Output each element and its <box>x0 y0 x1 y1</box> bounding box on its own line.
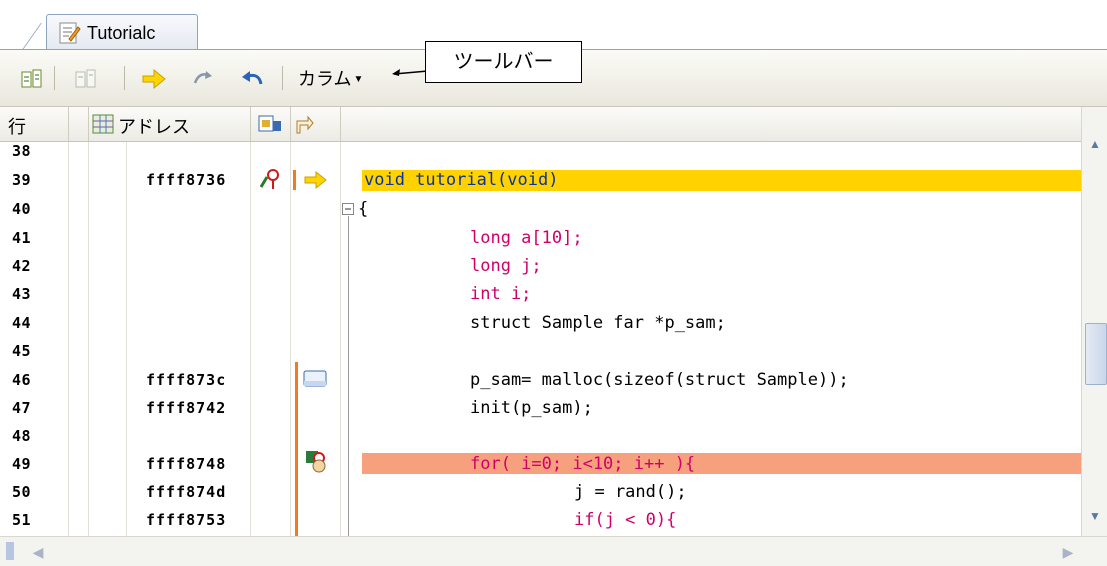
toolbar-separator <box>124 66 125 90</box>
line-number: 51 <box>12 511 32 529</box>
column-header-blank <box>68 107 89 141</box>
line-number: 48 <box>12 427 32 445</box>
address-cell: ffff8748 <box>146 455 227 473</box>
toolbar-callout: ツールバー <box>425 41 582 83</box>
mixed-display-button[interactable] <box>72 65 100 93</box>
table-row: 41 long a[10]; <box>0 229 1081 248</box>
code-line: void tutorial(void) <box>364 171 558 190</box>
table-row: 39 ffff8736 void tutorial(void) <box>0 169 1081 191</box>
code-text: int i; <box>470 284 532 304</box>
column-header-address-label: アドレス <box>118 117 190 137</box>
column-menu-label: カラム <box>298 69 352 89</box>
code-text: struct Sample far *p_sam; <box>470 313 726 333</box>
table-row: 46 ffff873c p_sam= malloc(sizeof(struct … <box>0 369 1081 390</box>
column-header-marker[interactable] <box>290 107 341 141</box>
code-text: long a[10]; <box>470 228 583 248</box>
code-text: for( i=0; i<10; i++ ){ <box>470 454 696 474</box>
toolbar-separator <box>54 66 55 90</box>
horizontal-scroll-thumb[interactable] <box>6 542 14 560</box>
code-text: p_sam= malloc(sizeof(struct Sample)); <box>470 370 849 390</box>
table-row: 44 struct Sample far *p_sam; <box>0 314 1081 333</box>
current-pc-arrow-icon <box>304 170 327 190</box>
code-text: long j; <box>470 256 542 276</box>
code-text: { <box>358 199 369 219</box>
line-number: 40 <box>12 200 32 218</box>
tab-label: Tutorialc <box>87 23 156 43</box>
tab-tutorialc[interactable]: Tutorialc <box>46 14 198 51</box>
horizontal-scrollbar[interactable]: ◀ ▶ <box>0 536 1107 566</box>
column-header-line-label: 行 <box>8 117 26 137</box>
scroll-down-icon[interactable]: ▼ <box>1086 507 1104 525</box>
code-text: void tutorial(void) <box>364 170 559 190</box>
mixed-view-icon <box>75 69 96 88</box>
table-row: 45 <box>0 342 1081 361</box>
source-editor[interactable]: 38 39 ffff8736 void tutorial(void) 40 { … <box>0 142 1081 536</box>
yellow-arrow-icon <box>142 68 166 90</box>
line-number: 44 <box>12 314 32 332</box>
callout-arrow <box>392 69 429 76</box>
return-button[interactable] <box>238 65 266 93</box>
table-row: 50 ffff874d j = rand(); <box>0 483 1081 502</box>
line-number: 42 <box>12 257 32 275</box>
column-menu-button[interactable]: カラム ▼ <box>298 66 363 92</box>
address-cell: ffff873c <box>146 371 227 389</box>
go-to-source-button[interactable] <box>18 65 46 93</box>
step-over-icon <box>193 71 212 84</box>
line-number: 38 <box>12 142 32 160</box>
event-column-icon <box>258 115 281 132</box>
table-row: 47 ffff8742 init(p_sam); <box>0 399 1081 418</box>
table-row: 49 ffff8748 for( i=0; i<10; i++ ){ <box>0 451 1081 474</box>
toolbar-separator <box>282 66 283 90</box>
line-number: 45 <box>12 342 32 360</box>
bookmark-flag-icon[interactable] <box>302 369 328 389</box>
address-cell: ffff874d <box>146 483 227 501</box>
table-row: 40 { <box>0 200 1081 219</box>
address-cell: ffff8742 <box>146 399 227 417</box>
column-header-event[interactable] <box>250 107 291 141</box>
scroll-left-icon[interactable]: ◀ <box>28 542 48 562</box>
scroll-up-icon[interactable]: ▲ <box>1086 135 1104 153</box>
line-number: 43 <box>12 285 32 303</box>
source-view-icon <box>21 69 42 88</box>
vertical-scroll-thumb[interactable] <box>1085 323 1107 385</box>
step-over-button[interactable] <box>190 65 218 93</box>
breakpoint-hand-icon[interactable] <box>304 449 328 473</box>
table-row: 43 int i; <box>0 285 1081 304</box>
line-number: 46 <box>12 371 32 389</box>
code-text: j = rand(); <box>574 482 687 502</box>
code-text: init(p_sam); <box>470 398 593 418</box>
code-text: if(j < 0){ <box>574 510 677 530</box>
line-number: 41 <box>12 229 32 247</box>
address-grid-icon <box>92 114 114 134</box>
go-to-pc-button[interactable] <box>140 65 168 93</box>
line-number: 49 <box>12 455 32 473</box>
table-row: 51 ffff8753 if(j < 0){ <box>0 511 1081 530</box>
source-file-icon <box>59 22 81 44</box>
scroll-right-icon[interactable]: ▶ <box>1058 542 1078 562</box>
column-header-line[interactable]: 行 <box>0 107 69 141</box>
line-number: 39 <box>12 171 32 189</box>
table-row: 42 long j; <box>0 257 1081 276</box>
line-number: 50 <box>12 483 32 501</box>
pointing-hand-icon <box>296 115 314 134</box>
table-row: 38 <box>0 142 1081 161</box>
breakpoint-pin-icon[interactable] <box>258 169 282 191</box>
chevron-down-icon: ▼ <box>353 74 364 86</box>
line-number: 47 <box>12 399 32 417</box>
address-cell: ffff8736 <box>146 171 227 189</box>
table-row: 48 <box>0 427 1081 446</box>
vertical-scrollbar[interactable]: ▲ ▼ <box>1081 107 1107 536</box>
undo-arrow-icon <box>242 71 263 85</box>
column-header-row: 行 アドレス <box>0 107 1081 142</box>
address-cell: ffff8753 <box>146 511 227 529</box>
column-header-address[interactable]: アドレス <box>88 107 251 141</box>
